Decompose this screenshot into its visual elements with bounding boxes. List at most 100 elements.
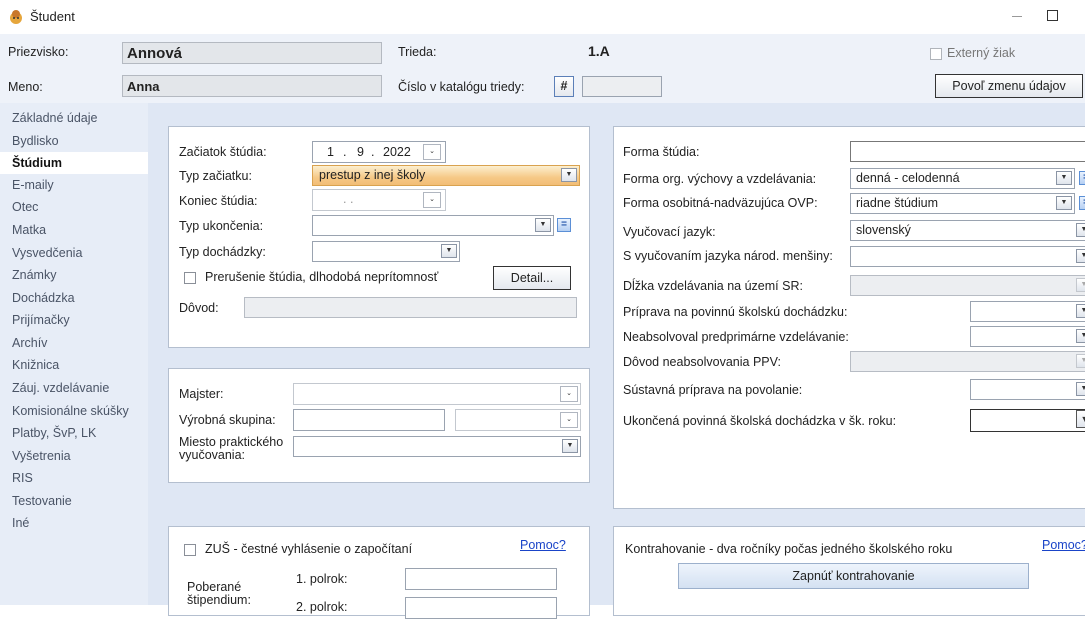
contract-help-link[interactable]: Pomoc? <box>1042 538 1085 552</box>
minority-language-select[interactable]: ▼ <box>850 246 1085 267</box>
end-type-label: Typ ukončenia: <box>179 219 264 233</box>
zus-help-link[interactable]: Pomoc? <box>520 538 566 552</box>
end-label: Koniec štúdia: <box>179 194 258 208</box>
external-student-checkbox[interactable] <box>930 48 942 60</box>
half2-field[interactable] <box>405 597 557 619</box>
chevron-down-icon[interactable]: ▼ <box>1056 171 1072 185</box>
chevron-down-icon[interactable]: ▼ <box>562 439 578 453</box>
catalog-number-field[interactable] <box>582 76 662 97</box>
interruption-label: Prerušenie štúdia, dlhodobá neprítomnosť <box>205 270 439 284</box>
zus-panel: ZUŠ - čestné vyhlásenie o započítaní Pom… <box>168 526 590 619</box>
attendance-label: Typ dochádzky: <box>179 245 266 259</box>
end-date-picker[interactable]: . . ⌄ <box>312 189 446 211</box>
system-prep-select[interactable]: ▼ <box>970 379 1085 400</box>
equals-icon[interactable]: = <box>557 218 571 232</box>
duration-label: Dĺžka vzdelávania na území SR: <box>623 279 803 293</box>
allow-change-button[interactable]: Povoľ zmenu údajov <box>935 74 1083 98</box>
name-field[interactable]: Anna <box>122 75 382 97</box>
language-select[interactable]: slovenský ▼ <box>850 220 1085 241</box>
sidebar-item-archive[interactable]: Archív <box>12 336 47 350</box>
end-type-select[interactable]: ▼ <box>312 215 554 236</box>
org-form-select[interactable]: denná - celodenná ▼ <box>850 168 1075 189</box>
app-icon <box>8 9 24 25</box>
attendance-select[interactable]: ▼ <box>312 241 460 262</box>
sidebar-item-commission-exams[interactable]: Komisionálne skúšky <box>12 404 129 418</box>
sidebar-item-emails[interactable]: E-maily <box>12 178 54 192</box>
sidebar-item-attendance[interactable]: Dochádzka <box>12 291 75 305</box>
sidebar-item-grades[interactable]: Známky <box>12 268 56 282</box>
zus-declaration-checkbox[interactable] <box>184 544 196 556</box>
catalog-number-label: Číslo v katalógu triedy: <box>398 80 525 94</box>
name-label: Meno: <box>8 80 43 94</box>
maximize-icon[interactable] <box>1047 10 1058 21</box>
duration-select[interactable]: ▼ <box>850 275 1085 296</box>
chevron-down-icon[interactable]: ▼ <box>441 244 457 258</box>
detail-button[interactable]: Detail... <box>493 266 571 290</box>
sidebar-item-interest-education[interactable]: Záuj. vzdelávanie <box>12 381 109 395</box>
reason-label: Dôvod: <box>179 301 219 315</box>
system-prep-label: Sústavná príprava na povolanie: <box>623 383 803 397</box>
sidebar-item-reports[interactable]: Vysvedčenia <box>12 246 82 260</box>
sidebar-item-examinations[interactable]: Vyšetrenia <box>12 449 71 463</box>
chevron-down-icon[interactable]: ▼ <box>1076 223 1085 237</box>
interruption-checkbox[interactable] <box>184 272 196 284</box>
sidebar-item-library[interactable]: Knižnica <box>12 358 59 372</box>
enable-contract-button[interactable]: Zapnúť kontrahovanie <box>678 563 1029 589</box>
half2-label: 2. polrok: <box>296 600 348 614</box>
sidebar-item-payments[interactable]: Platby, ŠvP, LK <box>12 426 96 440</box>
chevron-down-icon[interactable]: ▼ <box>1076 382 1085 396</box>
sidebar-item-other[interactable]: Iné <box>12 516 29 530</box>
practice-panel: Majster: ⌄ Výrobná skupina: ⌄ Miesto pra… <box>168 368 590 483</box>
chevron-down-icon[interactable]: ⌄ <box>423 144 441 160</box>
sidebar-item-admissions[interactable]: Prijímačky <box>12 313 70 327</box>
practice-place-label-line1: Miesto praktického <box>179 435 284 449</box>
sidebar-item-father[interactable]: Otec <box>12 200 38 214</box>
equals-icon[interactable]: = <box>1079 196 1085 210</box>
chevron-down-icon[interactable]: ▼ <box>1076 329 1085 343</box>
chevron-down-icon[interactable]: ⌄ <box>560 386 578 402</box>
minimize-icon[interactable] <box>1012 16 1022 17</box>
production-group-field[interactable] <box>293 409 445 431</box>
start-type-select[interactable]: prestup z inej školy ▼ <box>312 165 580 186</box>
school-prep-label: Príprava na povinnú školskú dochádzku: <box>623 305 848 319</box>
master-select[interactable]: ⌄ <box>293 383 581 405</box>
language-label: Vyučovací jazyk: <box>623 225 716 239</box>
completed-attendance-select[interactable]: ▼ <box>970 409 1085 432</box>
catalog-hash-button[interactable]: # <box>554 76 574 97</box>
chevron-down-icon[interactable]: ▼ <box>1076 354 1085 368</box>
surname-label: Priezvisko: <box>8 45 69 59</box>
sidebar-item-residence[interactable]: Bydlisko <box>12 134 59 148</box>
chevron-down-icon[interactable]: ▼ <box>1076 249 1085 263</box>
start-date-picker[interactable]: 1 . 9 . 2022 ⌄ <box>312 141 446 163</box>
chevron-down-icon[interactable]: ▼ <box>1076 304 1085 318</box>
chevron-down-icon[interactable]: ▼ <box>1076 410 1085 428</box>
special-form-select[interactable]: riadne štúdium ▼ <box>850 193 1075 214</box>
start-label: Začiatok štúdia: <box>179 145 267 159</box>
chevron-down-icon[interactable]: ⌄ <box>423 192 441 208</box>
chevron-down-icon[interactable]: ▼ <box>535 218 551 232</box>
chevron-down-icon[interactable]: ▼ <box>1056 196 1072 210</box>
preprimary-select[interactable]: ▼ <box>970 326 1085 347</box>
completed-attendance-label: Ukončená povinná školská dochádzka v šk.… <box>623 414 897 428</box>
half1-field[interactable] <box>405 568 557 590</box>
sidebar-item-basic[interactable]: Základné údaje <box>12 111 97 125</box>
practice-place-select[interactable]: ▼ <box>293 436 581 457</box>
sidebar-item-study[interactable]: Štúdium <box>12 156 62 170</box>
production-group-select[interactable]: ⌄ <box>455 409 581 431</box>
class-label: Trieda: <box>398 45 437 59</box>
master-label: Majster: <box>179 387 224 401</box>
school-prep-select[interactable]: ▼ <box>970 301 1085 322</box>
equals-icon[interactable]: = <box>1079 171 1085 185</box>
sidebar-item-ris[interactable]: RIS <box>12 471 33 485</box>
class-value: 1.A <box>588 43 610 59</box>
form-field[interactable] <box>850 141 1085 162</box>
sidebar-item-testing[interactable]: Testovanie <box>12 494 72 508</box>
sidebar-item-mother[interactable]: Matka <box>12 223 46 237</box>
chevron-down-icon[interactable]: ⌄ <box>560 412 578 428</box>
ppv-reason-select[interactable]: ▼ <box>850 351 1085 372</box>
reason-field[interactable] <box>244 297 577 318</box>
chevron-down-icon[interactable]: ▼ <box>561 168 577 182</box>
chevron-down-icon[interactable]: ▼ <box>1076 278 1085 292</box>
preprimary-label: Neabsolvoval predprimárne vzdelávanie: <box>623 330 849 344</box>
surname-field[interactable]: Annová <box>122 42 382 64</box>
